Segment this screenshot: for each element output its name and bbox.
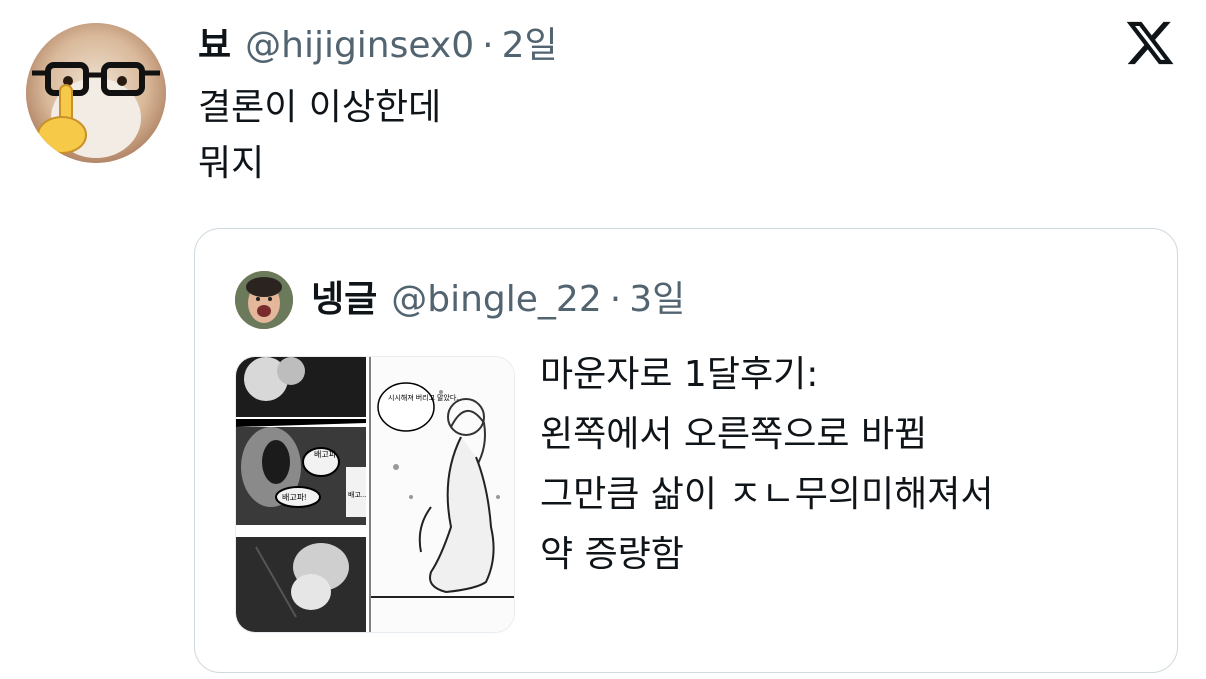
author-handle[interactable]: @hijiginsex0 — [245, 22, 474, 70]
author-name[interactable]: 뵤 — [198, 22, 231, 70]
quoted-timestamp[interactable]: 3일 — [629, 274, 685, 326]
separator-dot: · — [482, 25, 494, 66]
quoted-tweet[interactable]: 넹글 @bingle_22 · 3일 배고파. 배고파! 배고... 시시해져 … — [194, 228, 1178, 673]
quoted-header: 넹글 @bingle_22 · 3일 — [311, 274, 685, 326]
quoted-avatar-image — [235, 271, 293, 329]
quoted-author-handle[interactable]: @bingle_22 — [391, 274, 601, 326]
avatar-image — [26, 23, 166, 163]
quoted-media-thumbnail[interactable]: 배고파. 배고파! 배고... 시시해져 버리고 말았다. — [235, 356, 515, 633]
panel-text: 배고파. — [314, 450, 338, 459]
x-logo-icon[interactable] — [1124, 17, 1176, 69]
quoted-author-name[interactable]: 넹글 — [311, 274, 377, 326]
quoted-text-line: 마운자로 1달후기: — [540, 354, 819, 395]
tweet-text-line: 뭐지 — [198, 143, 265, 184]
quoted-text-line: 왼쪽에서 오른쪽으로 바뀜 — [540, 414, 928, 455]
tweet-text-line: 결론이 이상한데 — [198, 87, 442, 128]
separator-dot: · — [609, 279, 622, 320]
tweet[interactable]: 뵤 @hijiginsex0 · 2일 결론이 이상한데 뭐지 넹글 @bing… — [0, 0, 1206, 679]
quoted-avatar[interactable] — [235, 271, 293, 329]
panel-text: 배고... — [348, 490, 367, 499]
manga-image: 배고파. 배고파! 배고... 시시해져 버리고 말았다. — [236, 357, 514, 632]
panel-text: 시시해져 버리고 말았다. — [388, 393, 458, 402]
timestamp[interactable]: 2일 — [502, 22, 558, 70]
quoted-tweet-text: 마운자로 1달후기: 왼쪽에서 오른쪽으로 바뀜 그만큼 삶이 ㅈㄴ무의미해져서… — [540, 345, 993, 585]
tweet-header: 뵤 @hijiginsex0 · 2일 — [198, 22, 558, 70]
avatar[interactable] — [26, 23, 166, 163]
panel-text: 배고파! — [282, 493, 306, 502]
tweet-text: 결론이 이상한데 뭐지 — [198, 80, 441, 192]
quoted-text-line: 그만큼 삶이 ㅈㄴ무의미해져서 — [540, 474, 994, 515]
quoted-text-line: 약 증량함 — [540, 534, 684, 575]
